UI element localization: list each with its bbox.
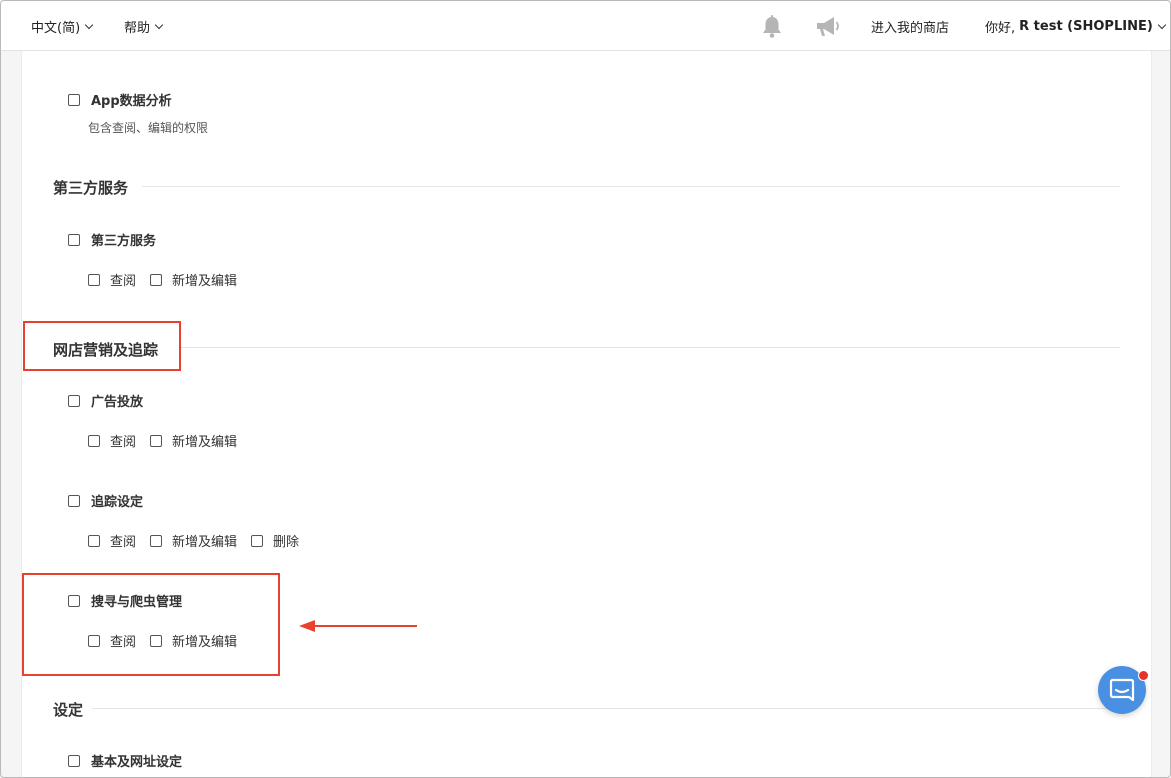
annotation-arrow-icon	[299, 620, 417, 632]
section-divider	[142, 186, 1120, 187]
user-name: R test (SHOPLINE)	[1019, 19, 1153, 34]
chevron-down-icon	[84, 20, 94, 29]
chevron-down-icon	[1157, 20, 1167, 29]
language-selector[interactable]: 中文(简)	[31, 17, 94, 36]
option-label: 新增及编辑	[172, 435, 238, 450]
delete-checkbox[interactable]	[251, 534, 264, 547]
option-view[interactable]: 查阅	[88, 270, 136, 289]
view-checkbox[interactable]	[88, 534, 100, 547]
add-edit-checkbox[interactable]	[150, 434, 163, 447]
ads-checkbox[interactable]	[68, 394, 80, 407]
option-label: 查阅	[110, 274, 137, 289]
third-party-checkbox[interactable]	[68, 233, 80, 246]
tracking-checkbox[interactable]	[68, 494, 80, 507]
option-label: 查阅	[110, 435, 137, 450]
permission-third-party[interactable]: 第三方服务	[68, 230, 156, 249]
top-navigation-bar: 中文(简) 帮助 进入我的商店 你好, R test (SHOPLINE)	[1, 1, 1170, 51]
ads-label: 广告投放	[91, 395, 144, 410]
tracking-options: 查阅 新增及编辑 删除	[88, 531, 313, 550]
permission-app-analytics[interactable]: App数据分析	[68, 90, 172, 109]
user-menu[interactable]: 你好, R test (SHOPLINE)	[985, 17, 1167, 36]
third-party-label: 第三方服务	[91, 234, 157, 249]
section-title-settings: 设定	[53, 701, 84, 719]
option-label: 删除	[273, 535, 300, 550]
permission-tracking[interactable]: 追踪设定	[68, 491, 143, 510]
ads-options: 查阅 新增及编辑	[88, 431, 251, 450]
option-add-edit[interactable]: 新增及编辑	[150, 270, 237, 289]
annotation-highlight-marketing	[23, 321, 181, 371]
option-view[interactable]: 查阅	[88, 431, 136, 450]
section-divider	[178, 347, 1120, 348]
greeting-label: 你好,	[985, 21, 1016, 36]
notification-badge	[1138, 670, 1149, 681]
permission-ads[interactable]: 广告投放	[68, 391, 143, 410]
language-label: 中文(简)	[31, 21, 81, 36]
option-add-edit[interactable]: 新增及编辑	[150, 431, 237, 450]
permission-basic-settings[interactable]: 基本及网址设定	[68, 751, 182, 770]
megaphone-icon[interactable]	[814, 14, 840, 40]
section-title-third-party: 第三方服务	[53, 179, 129, 197]
app-window: 中文(简) 帮助 进入我的商店 你好, R test (SHOPLINE) Ap…	[0, 0, 1171, 778]
annotation-highlight-seo	[22, 573, 280, 676]
basic-settings-label: 基本及网址设定	[91, 755, 183, 770]
add-edit-checkbox[interactable]	[150, 534, 163, 547]
app-analytics-label: App数据分析	[91, 94, 172, 109]
tracking-label: 追踪设定	[91, 495, 144, 510]
add-edit-checkbox[interactable]	[150, 273, 163, 286]
option-label: 新增及编辑	[172, 535, 238, 550]
chevron-down-icon	[154, 20, 164, 29]
third-party-options: 查阅 新增及编辑	[88, 270, 251, 289]
option-delete[interactable]: 删除	[251, 531, 299, 550]
option-add-edit[interactable]: 新增及编辑	[150, 531, 237, 550]
help-menu[interactable]: 帮助	[124, 17, 164, 36]
view-checkbox[interactable]	[88, 273, 100, 286]
option-view[interactable]: 查阅	[88, 531, 136, 550]
bell-icon[interactable]	[759, 14, 785, 40]
app-analytics-checkbox[interactable]	[68, 93, 80, 106]
help-label: 帮助	[124, 21, 151, 36]
section-divider	[92, 708, 1120, 709]
enter-store-link[interactable]: 进入我的商店	[871, 17, 949, 36]
basic-settings-checkbox[interactable]	[68, 754, 80, 767]
enter-store-label: 进入我的商店	[871, 21, 950, 36]
option-label: 新增及编辑	[172, 274, 238, 289]
view-checkbox[interactable]	[88, 434, 100, 447]
app-analytics-description: 包含查阅、编辑的权限	[88, 121, 209, 135]
option-label: 查阅	[110, 535, 137, 550]
